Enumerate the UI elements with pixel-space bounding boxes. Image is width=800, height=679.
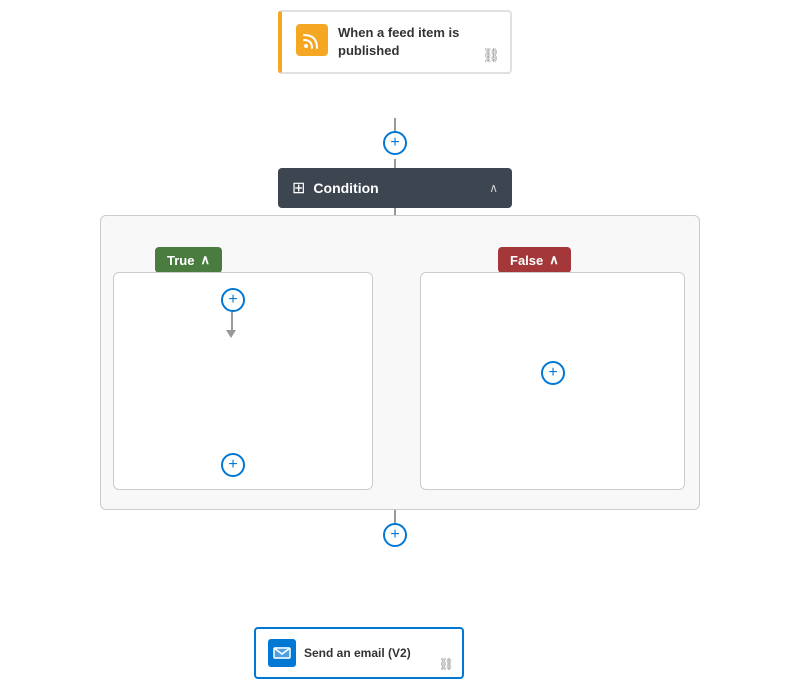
add-step-button-1[interactable]: + [383,131,407,155]
condition-title: Condition [313,180,481,196]
plus-icon-false[interactable]: + [541,361,565,385]
condition-icon: ⊞ [292,178,305,198]
plus-icon-1[interactable]: + [383,131,407,155]
false-branch-button[interactable]: False ∧ [498,247,571,273]
add-step-false[interactable]: + [541,361,565,385]
condition-collapse-icon[interactable]: ∧ [489,181,498,195]
email-icon [273,644,291,662]
plus-icon-true-bottom[interactable]: + [221,453,245,477]
false-chevron-icon: ∧ [549,252,559,268]
email-action-node[interactable]: Send an email (V2) ⛓ [254,627,464,679]
true-branch-container: + Send an email (V2) ⛓ + [113,272,373,490]
arrow-line [231,312,233,332]
trigger-title: When a feed item is published [338,24,496,60]
trigger-icon-bg [296,24,328,56]
add-step-bottom[interactable]: + [383,523,407,547]
plus-icon-true-top[interactable]: + [221,288,245,312]
rss-icon [302,30,322,50]
email-link-icon: ⛓ [439,657,454,671]
false-label: False [510,253,543,268]
email-icon-bg [268,639,296,667]
plus-icon-bottom[interactable]: + [383,523,407,547]
false-branch-container: + [420,272,685,490]
trigger-link-icon: ⛓ [482,47,500,64]
true-branch-button[interactable]: True ∧ [155,247,222,273]
email-action-title: Send an email (V2) [304,646,411,660]
add-step-true-bottom[interactable]: + [221,453,245,477]
add-step-true-top[interactable]: + [221,288,245,312]
true-chevron-icon: ∧ [200,252,210,268]
condition-node[interactable]: ⊞ Condition ∧ [278,168,512,208]
true-label: True [167,253,194,268]
arrow-head [226,330,236,338]
trigger-node[interactable]: When a feed item is published ⛓ [278,10,512,74]
